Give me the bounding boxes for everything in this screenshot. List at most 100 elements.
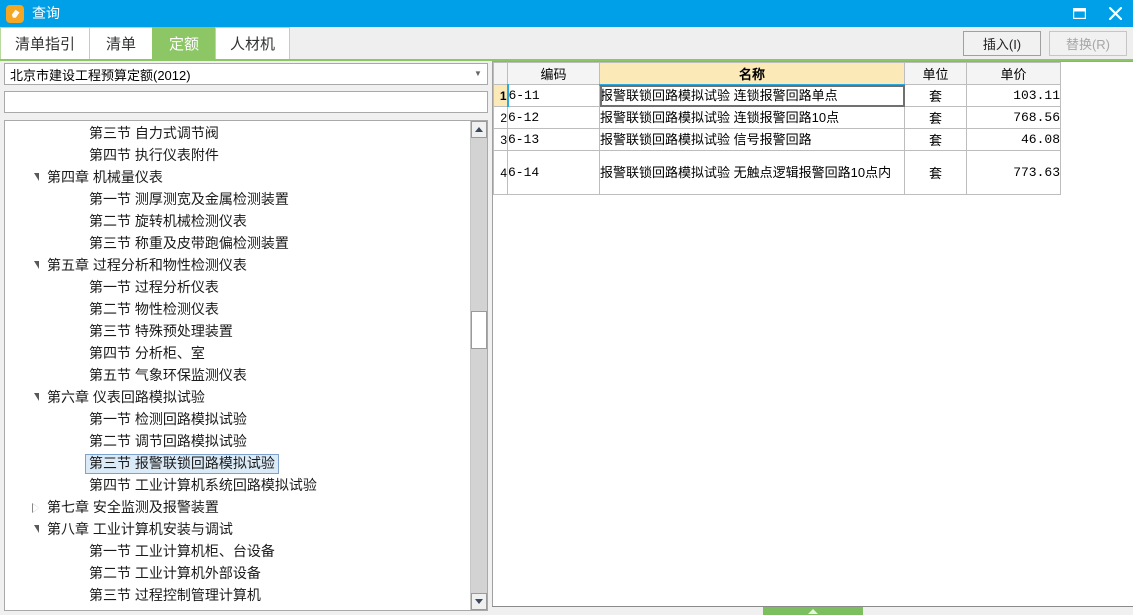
column-header-unit[interactable]: 单位 [904,62,967,85]
triangle-down-icon[interactable] [29,393,43,402]
results-panel: 编码 名称 单位 单价 1 6-11 报警联锁回路模拟试验 连锁报警回路单点套 103… [492,61,1133,615]
tree-item[interactable]: 第二节 物性检测仪表 [5,299,470,321]
code-cell[interactable]: 6-11 [507,84,600,107]
tree-item[interactable]: 第八章 工业计算机安装与调试 [5,519,470,541]
code-cell[interactable]: 6-13 [507,128,600,151]
insert-button[interactable]: 插入(I) [963,31,1041,56]
tree-item-label: 第五章 过程分析和物性检测仪表 [47,257,247,273]
grid-row[interactable]: 4 6-14 报警联锁回路模拟试验 无触点逻辑报警回路10点内套 773.63 [493,150,1061,195]
row-number-cell[interactable]: 3 [493,128,508,151]
tree-item-label: 第二节 工业计算机外部设备 [89,565,261,581]
tree-item[interactable]: 第一节 测厚测宽及金属检测装置 [5,189,470,211]
grid-row[interactable]: 2 6-12 报警联锁回路模拟试验 连锁报警回路10点套 768.56 [493,106,1061,129]
name-cell[interactable]: 报警联锁回路模拟试验 连锁报警回路10点 [599,106,905,129]
chapter-tree[interactable]: 第三节 自力式调节阀 第四节 执行仪表附件第四章 机械量仪表第一节 测厚测宽及金属… [5,121,470,610]
tree-item[interactable]: 第三节 过程控制管理计算机 [5,585,470,607]
tree-item-label: 第三节 特殊预处理装置 [89,323,233,339]
tree-item-label: 第四节 执行仪表附件 [89,147,219,163]
unit-cell[interactable]: 套 [904,106,967,129]
triangle-down-icon[interactable] [29,173,43,182]
tab-rencaiji[interactable]: 人材机 [215,27,291,59]
tree-item-label: 第四节 工业计算机系统回路模拟试验 [89,477,317,493]
tree-item[interactable]: 第一节 过程分析仪表 [5,277,470,299]
grid-body: 1 6-11 报警联锁回路模拟试验 连锁报警回路单点套 103.11 2 6-12 报警联锁… [493,84,1061,195]
row-number-cell[interactable]: 2 [493,106,508,129]
column-header-code[interactable]: 编码 [507,62,600,85]
tree-item[interactable]: 第三节 自力式调节阀 [5,123,470,145]
close-button[interactable] [1097,0,1133,27]
tree-item-label: 第一节 过程分析仪表 [89,279,219,295]
toolbar-actions: 插入(I) 替换(R) [963,31,1127,56]
column-header-rownum[interactable] [493,62,508,85]
tree-item[interactable]: 第四节 分析柜、室 [5,343,470,365]
column-header-price[interactable]: 单价 [966,62,1061,85]
chevron-up-icon [807,608,818,614]
row-number-cell[interactable]: 1 [493,84,509,107]
triangle-down-icon[interactable] [29,525,43,534]
price-cell[interactable]: 773.63 [966,150,1061,195]
search-input-wrap[interactable] [4,91,488,113]
tree-item[interactable]: 第三节 特殊预处理装置 [5,321,470,343]
results-grid: 编码 名称 单位 单价 1 6-11 报警联锁回路模拟试验 连锁报警回路单点套 103… [493,62,1061,195]
grid-row[interactable]: 1 6-11 报警联锁回路模拟试验 连锁报警回路单点套 103.11 [493,84,1061,107]
grid-row[interactable]: 3 6-13 报警联锁回路模拟试验 信号报警回路套 46.08 [493,128,1061,151]
name-cell[interactable]: 报警联锁回路模拟试验 无触点逻辑报警回路10点内 [599,150,905,195]
code-cell[interactable]: 6-12 [507,106,600,129]
code-cell[interactable]: 6-14 [507,150,600,195]
tree-item-label: 第一节 工业计算机柜、台设备 [89,543,275,559]
unit-cell[interactable]: 套 [904,128,967,151]
tab-qingdan[interactable]: 清单 [89,27,154,59]
name-cell[interactable]: 报警联锁回路模拟试验 连锁报警回路单点 [599,84,905,107]
price-cell[interactable]: 768.56 [966,106,1061,129]
scroll-up-button[interactable] [471,121,487,138]
app-icon [6,4,24,23]
price-cell[interactable]: 103.11 [966,84,1061,107]
tab-dinge[interactable]: 定额 [152,27,217,59]
restore-button[interactable] [1061,0,1097,27]
grid-header: 编码 名称 单位 单价 [493,62,1061,86]
unit-cell[interactable]: 套 [904,84,967,107]
column-header-name[interactable]: 名称 [599,62,905,86]
unit-cell[interactable]: 套 [904,150,967,195]
tree-item-label: 第五节 气象环保监测仪表 [89,367,247,383]
replace-button: 替换(R) [1049,31,1127,56]
tree-item-label: 第八章 工业计算机安装与调试 [47,521,233,537]
title-bar: 查询 [0,0,1133,27]
search-input[interactable] [5,92,487,112]
tree-item[interactable]: 第四节 执行仪表附件 [5,145,470,167]
tree-item[interactable]: 第一节 工业计算机柜、台设备 [5,541,470,563]
tree-item[interactable]: 第五节 气象环保监测仪表 [5,365,470,387]
tree-item-label: 第三节 自力式调节阀 [89,125,219,141]
query-dialog: 查询 清单指引 清单 定额 人材机 插入(I) 替换(R) 北京市建设工程预算定… [0,0,1133,615]
triangle-down-icon[interactable] [29,261,43,270]
tree-item-label: 第一节 测厚测宽及金属检测装置 [89,191,289,207]
tree-item-label: 第二节 调节回路模拟试验 [89,433,247,449]
name-cell[interactable]: 报警联锁回路模拟试验 信号报警回路 [599,128,905,151]
tree-item[interactable]: 第六章 仪表回路模拟试验 [5,387,470,409]
bottom-splitter-strip [492,606,1133,615]
standard-select[interactable]: 北京市建设工程预算定额(2012) ▼ [4,63,488,85]
triangle-right-icon[interactable] [29,503,43,513]
tree-item[interactable]: 第三节 称重及皮带跑偏检测装置 [5,233,470,255]
tree-item[interactable]: 第四节 工业计算机系统回路模拟试验 [5,475,470,497]
tree-item[interactable]: 第五章 过程分析和物性检测仪表 [5,255,470,277]
tree-item[interactable]: 第二节 工业计算机外部设备 [5,563,470,585]
tree-item[interactable]: 第二节 旋转机械检测仪表 [5,211,470,233]
scrollbar-thumb[interactable] [471,311,487,349]
tree-item[interactable]: 第四章 机械量仪表 [5,167,470,189]
tree-item-label: 第四节 分析柜、室 [89,345,205,361]
tree-item[interactable]: 第一节 检测回路模拟试验 [5,409,470,431]
tree-item[interactable]: 第二节 调节回路模拟试验 [5,431,470,453]
tree-item[interactable]: 第七章 安全监测及报警装置 [5,497,470,519]
tree-item-label: 第二节 物性检测仪表 [89,301,219,317]
splitter-collapse-handle[interactable] [762,607,863,615]
tab-qingdan-zhiyin[interactable]: 清单指引 [0,27,91,59]
tree-item-label: 第三节 报警联锁回路模拟试验 [85,454,279,474]
price-cell[interactable]: 46.08 [966,128,1061,151]
arrow-down-icon [475,599,483,604]
tree-vertical-scrollbar[interactable] [470,121,487,610]
scroll-down-button[interactable] [471,593,487,610]
tree-item[interactable]: 第三节 报警联锁回路模拟试验 [5,453,470,475]
row-number-cell[interactable]: 4 [493,150,508,195]
tree-item-label: 第七章 安全监测及报警装置 [47,499,219,515]
